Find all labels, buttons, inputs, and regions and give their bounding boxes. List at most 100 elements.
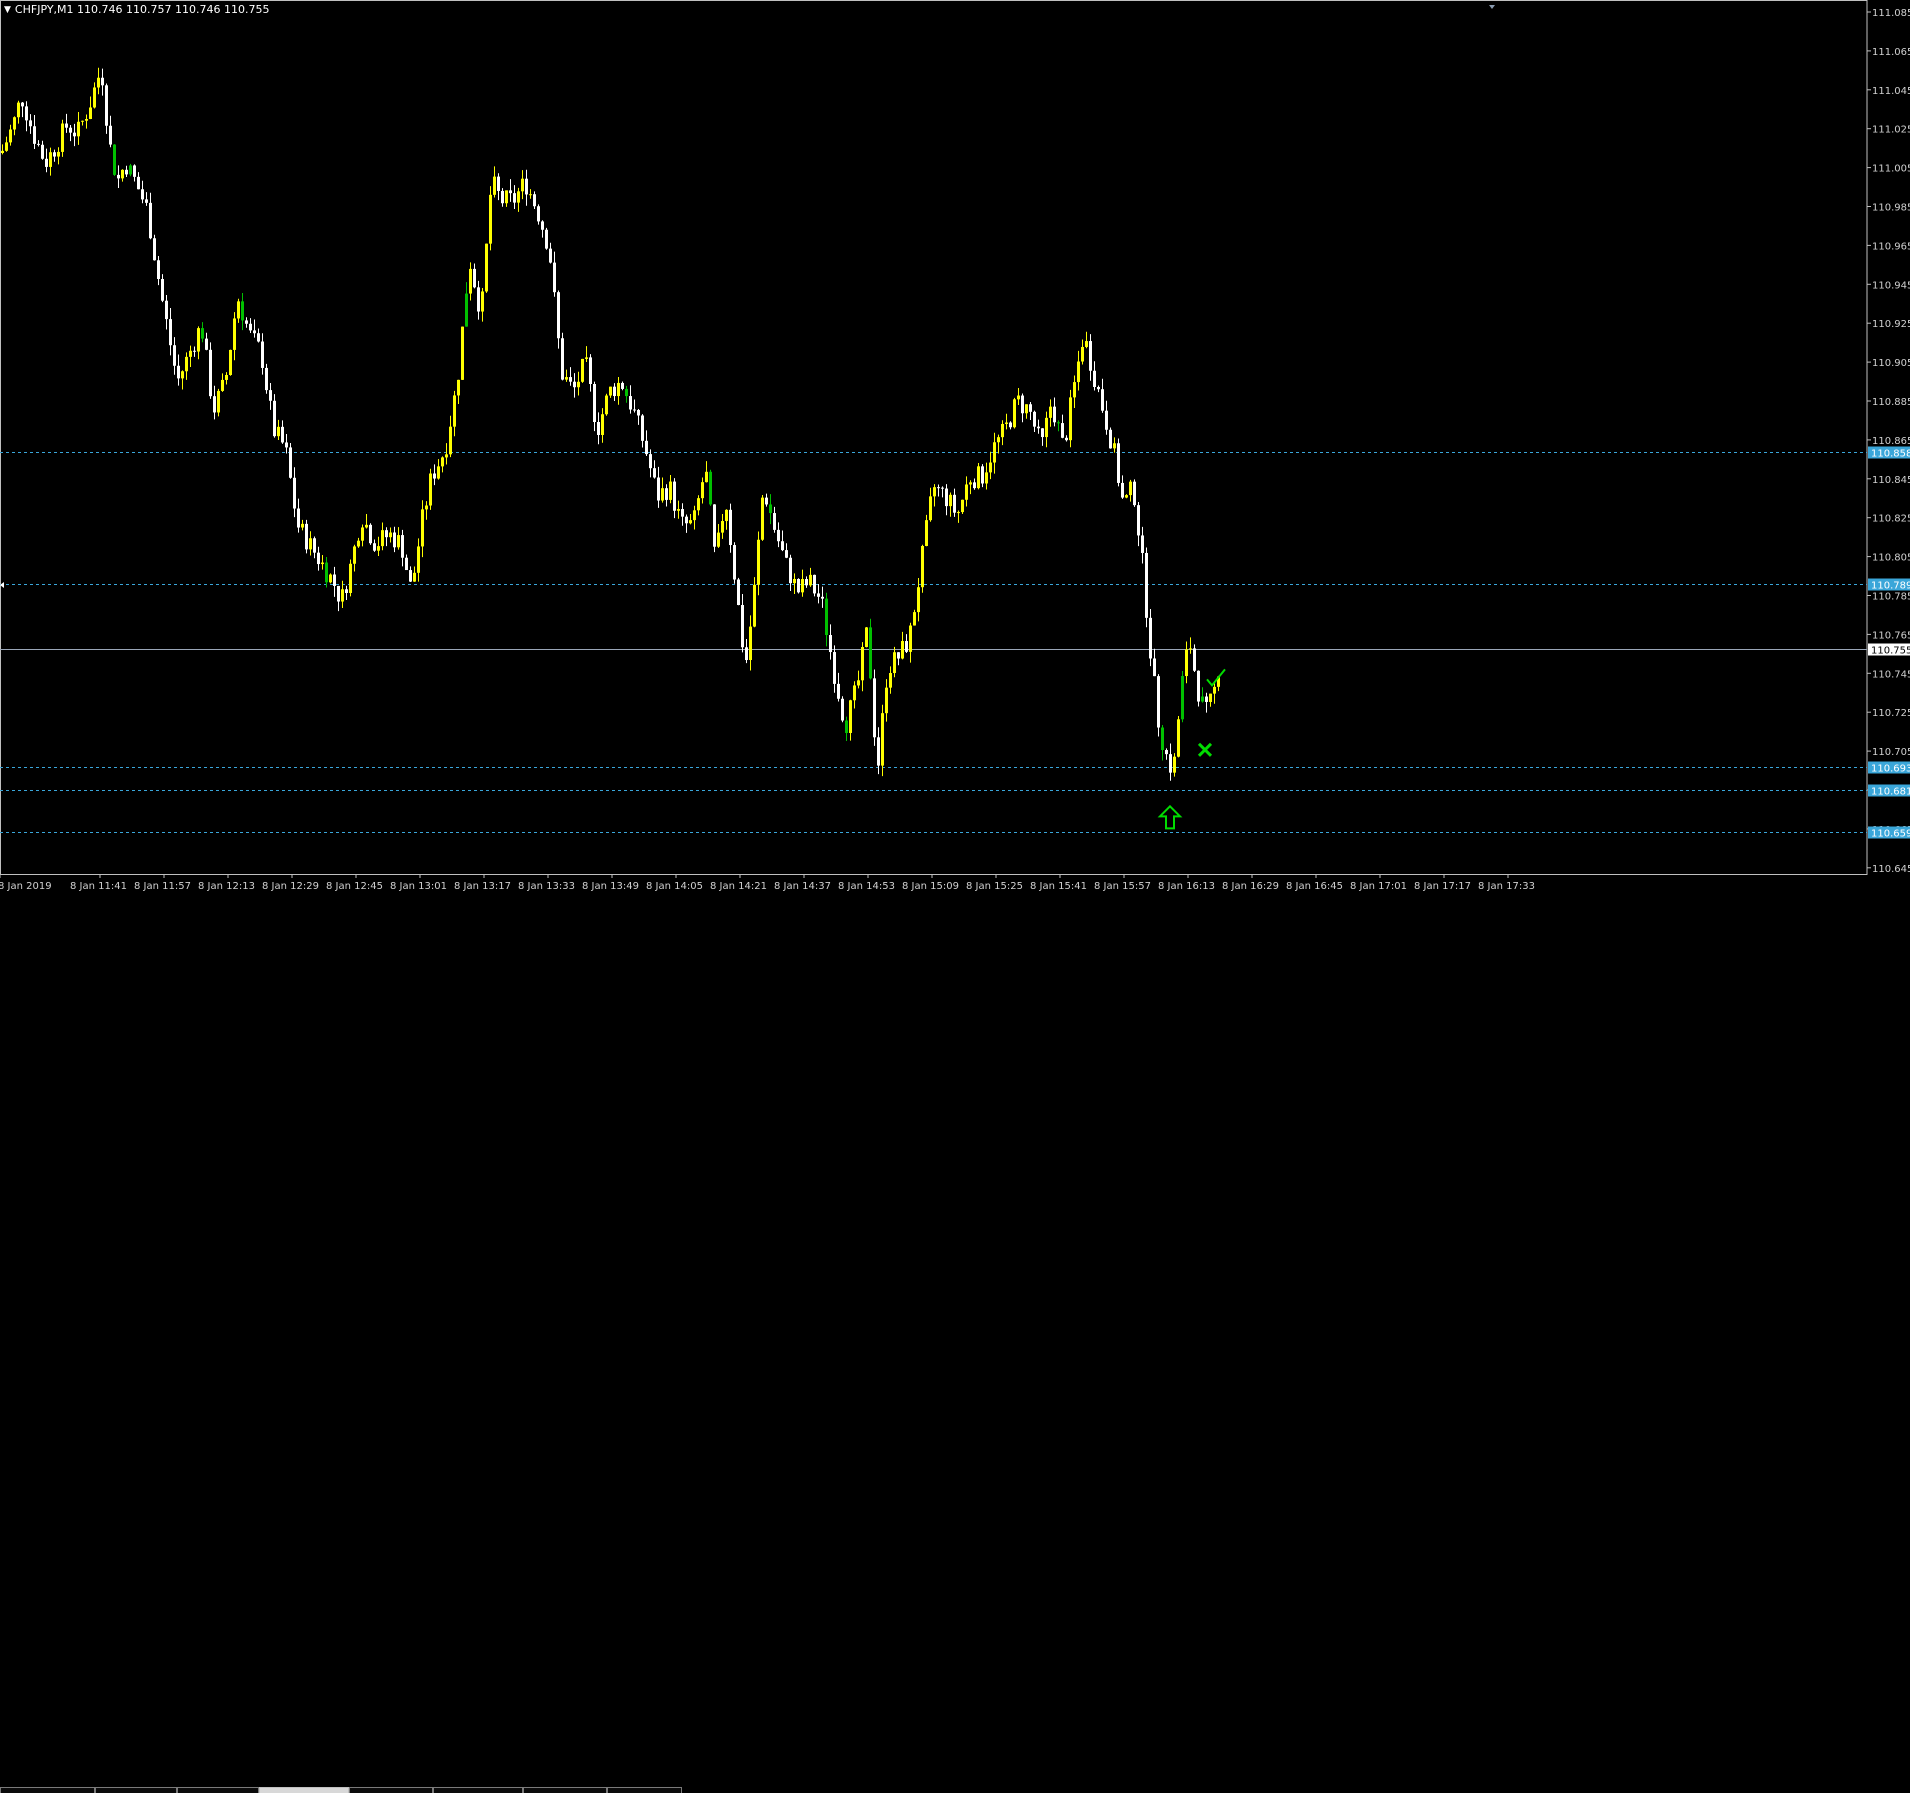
candle-body <box>217 390 220 413</box>
candle-body <box>105 85 108 126</box>
candle-body <box>101 77 104 86</box>
candle-body <box>1121 482 1124 498</box>
candle-body <box>981 466 984 484</box>
dropdown-triangle-icon[interactable]: ▼ <box>4 5 11 15</box>
candle-body <box>133 165 136 177</box>
time-tick-label: 8 Jan 15:25 <box>966 881 1023 892</box>
candle-body <box>357 540 360 547</box>
price-chart[interactable]: 111.085 111.065 111.045 111.025 111.005 110.9… <box>0 0 1910 901</box>
candle-body <box>1125 495 1128 498</box>
candle-body <box>273 400 276 437</box>
candle-body <box>37 143 40 145</box>
candle-body <box>205 338 208 350</box>
candle-body <box>597 422 600 435</box>
time-tick-label: 8 Jan 16:45 <box>1286 881 1343 892</box>
chart-tab-8[interactable] <box>607 1787 682 1793</box>
candle-body <box>21 102 24 107</box>
candle-body <box>889 673 892 688</box>
candle-body <box>41 144 44 159</box>
candle-body <box>697 498 700 511</box>
candle-body <box>73 132 76 137</box>
chart-tab-6[interactable] <box>433 1787 523 1793</box>
time-tick-label: 8 Jan 11:57 <box>134 881 191 892</box>
candle-body <box>1101 389 1104 411</box>
candle-body <box>677 509 680 511</box>
time-tick-label: 8 Jan 12:13 <box>198 881 255 892</box>
candle-body <box>293 477 296 509</box>
candle-body <box>437 466 440 479</box>
time-tick-label: 8 Jan 14:37 <box>774 881 831 892</box>
candle-body <box>969 482 972 485</box>
candle-body <box>1081 346 1084 362</box>
candle-body <box>573 381 576 388</box>
candle-body <box>1145 552 1148 618</box>
chart-tab-7[interactable] <box>523 1787 607 1793</box>
chart-tab-1[interactable] <box>0 1787 95 1793</box>
candle-body <box>297 508 300 528</box>
candle-body <box>77 121 80 137</box>
candle-body <box>881 713 884 766</box>
candle-body <box>1021 395 1024 414</box>
candle-body <box>977 466 980 489</box>
candle-body <box>825 598 828 636</box>
candle-body <box>309 538 312 550</box>
candle-body <box>833 652 836 684</box>
candle-body <box>669 481 672 500</box>
candle-body <box>765 497 768 505</box>
candle-body <box>1077 361 1080 383</box>
price-tick-label: 111.065 <box>1872 47 1910 58</box>
candle-body <box>569 377 572 382</box>
candle-body <box>337 585 340 602</box>
candle-body <box>1037 426 1040 429</box>
candle-body <box>745 647 748 661</box>
candle-body <box>781 541 784 551</box>
chart-tab-4[interactable] <box>259 1787 349 1793</box>
candle-body <box>373 543 376 551</box>
candle-body <box>329 574 332 583</box>
time-tick-label: 8 Jan 16:13 <box>1158 881 1215 892</box>
candle-body <box>57 151 60 157</box>
candle-body <box>937 487 940 489</box>
candle-body <box>173 345 176 366</box>
chart-window[interactable]: 111.085 111.065 111.045 111.025 111.005 110.9… <box>0 0 1910 1793</box>
candle-body <box>1113 443 1116 449</box>
chart-tab-2[interactable] <box>95 1787 177 1793</box>
candle-body <box>289 447 292 478</box>
candle-body <box>777 529 780 542</box>
candle-body <box>949 494 952 507</box>
candle-body <box>193 350 196 352</box>
candle-body <box>1033 411 1036 427</box>
candle-body <box>689 520 692 524</box>
chart-tab-3[interactable] <box>177 1787 259 1793</box>
candle-body <box>1193 648 1196 671</box>
time-tick-label: 8 Jan 15:41 <box>1030 881 1087 892</box>
chart-tab-5[interactable] <box>349 1787 433 1793</box>
candle-body <box>9 129 12 143</box>
candle-body <box>577 381 580 388</box>
candle-body <box>125 169 128 175</box>
candle-body <box>649 454 652 469</box>
check-mark-icon <box>1206 668 1226 687</box>
chart-title-bar: ▼ CHFJPY,M1 110.746 110.757 110.746 110.… <box>4 3 269 16</box>
candle-body <box>1197 670 1200 702</box>
candle-body <box>469 268 472 294</box>
candle-body <box>1009 422 1012 428</box>
candle-body <box>1001 423 1004 438</box>
candle-body <box>1161 727 1164 751</box>
candle-body <box>661 488 664 501</box>
time-tick-label: 8 Jan 13:01 <box>390 881 447 892</box>
price-tick-label: 110.905 <box>1872 358 1910 369</box>
time-tick-label: 8 Jan 14:53 <box>838 881 895 892</box>
price-tick-label: 110.725 <box>1872 708 1910 719</box>
candle-body <box>489 194 492 244</box>
price-tick-label: 110.705 <box>1872 747 1910 758</box>
candle-body <box>1209 693 1212 702</box>
candle-body <box>621 382 624 389</box>
candle-body <box>617 382 620 397</box>
candle-body <box>257 333 260 342</box>
candle-body <box>785 550 788 558</box>
candle-body <box>1041 428 1044 438</box>
candle-body <box>517 191 520 203</box>
chart-shift-marker-icon[interactable] <box>1489 5 1495 9</box>
candle-body <box>453 395 456 427</box>
